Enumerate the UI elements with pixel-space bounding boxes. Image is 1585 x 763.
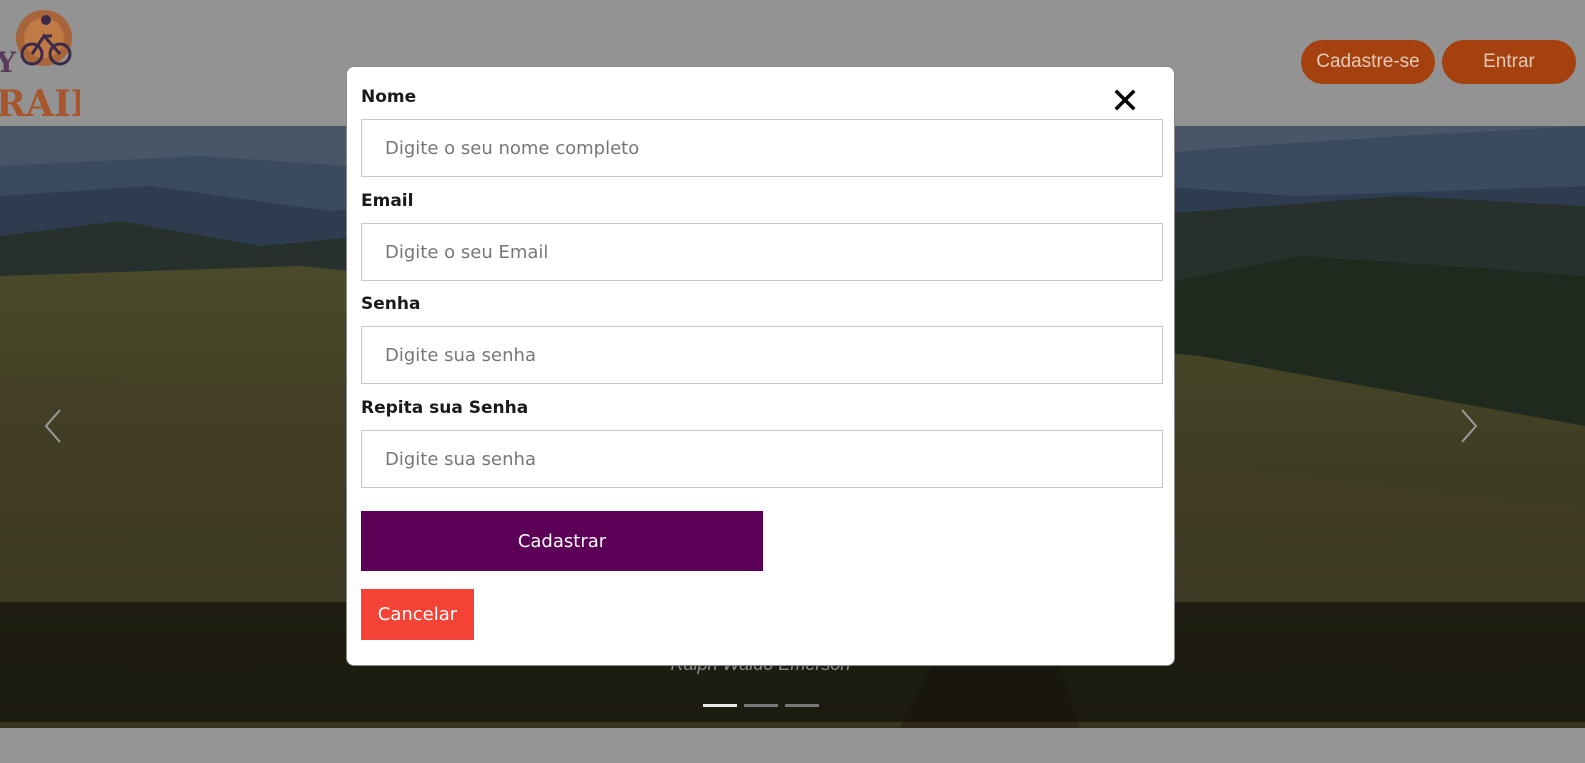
confirm-password-label: Repita sua Senha [361, 398, 529, 418]
email-input[interactable] [361, 223, 1163, 281]
confirm-password-input[interactable] [361, 430, 1163, 488]
svg-text:Y: Y [0, 46, 17, 79]
logo[interactable]: Y RAIL [0, 6, 96, 125]
page-footer-strip [0, 728, 1585, 763]
name-label: Nome [361, 87, 417, 107]
password-input[interactable] [361, 326, 1163, 384]
submit-button[interactable]: Cadastrar [361, 511, 763, 571]
carousel-indicator-2[interactable] [744, 704, 778, 707]
carousel-indicators [703, 704, 819, 707]
password-label: Senha [361, 294, 421, 314]
email-label: Email [361, 191, 414, 211]
carousel-indicator-3[interactable] [785, 704, 819, 707]
name-input[interactable] [361, 119, 1163, 177]
carousel-next-icon[interactable] [1452, 406, 1482, 446]
svg-text:RAIL: RAIL [0, 83, 80, 120]
carousel-indicator-1[interactable] [703, 704, 737, 707]
cancel-button[interactable]: Cancelar [361, 589, 474, 640]
signup-button[interactable]: Cadastre-se [1301, 40, 1435, 84]
close-icon[interactable] [1112, 87, 1138, 113]
carousel-prev-icon[interactable] [40, 406, 70, 446]
signup-modal: Nome Email Senha Repita sua Senha Cadast… [346, 66, 1175, 666]
login-button[interactable]: Entrar [1442, 40, 1576, 84]
